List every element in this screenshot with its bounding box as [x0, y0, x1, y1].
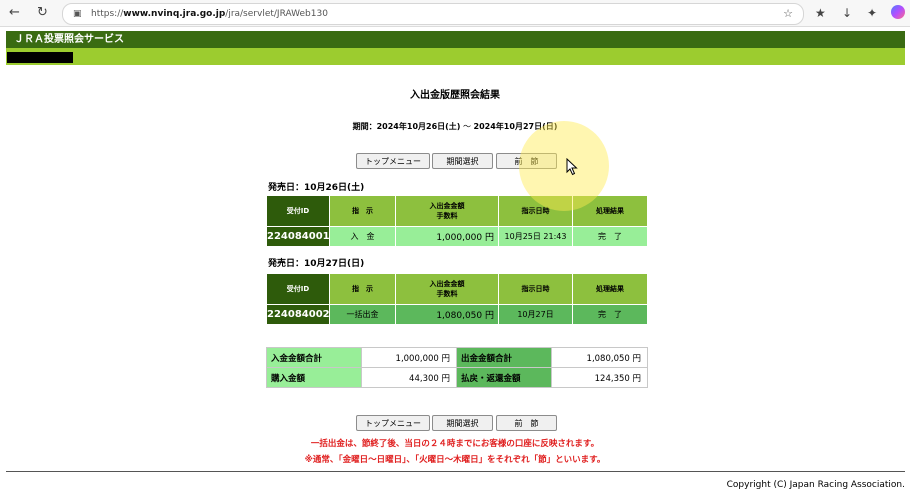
- deposit-total-value: 1,000,000 円: [361, 347, 457, 368]
- address-bar[interactable]: ▣ https://www.nvinq.jra.go.jp/jra/servle…: [62, 3, 804, 25]
- profile-avatar[interactable]: [891, 5, 905, 19]
- period-select-button-bottom[interactable]: 期間選択: [432, 415, 493, 431]
- header-amount: 入出金金額 手数料: [395, 273, 499, 305]
- favorites-icon[interactable]: ★: [815, 5, 826, 21]
- lock-icon[interactable]: ▣: [73, 4, 82, 24]
- jra-subbar: [6, 48, 905, 65]
- purchase-label: 購入金額: [266, 367, 362, 388]
- period-range: 期間：2024年10月26日(土) ～ 2024年10月27日(日): [352, 122, 558, 131]
- refund-label: 払戻・返還金額: [456, 367, 552, 388]
- withdrawal-total-label: 出金金額合計: [456, 347, 552, 368]
- summary-row: 購入金額 44,300 円 払戻・返還金額 124,350 円: [266, 367, 648, 388]
- redacted-user: [7, 52, 73, 63]
- receipt-id: 224084001: [266, 226, 330, 247]
- summary-table: 入金金額合計 1,000,000 円 出金金額合計 1,080,050 円 購入…: [266, 347, 648, 388]
- star-icon[interactable]: ☆: [783, 4, 793, 24]
- withdrawal-total-value: 1,080,050 円: [551, 347, 648, 368]
- download-icon[interactable]: ↓: [842, 5, 852, 21]
- refund-value: 124,350 円: [551, 367, 648, 388]
- header-instruction: 指 示: [329, 273, 396, 305]
- deposit-total-label: 入金金額合計: [266, 347, 362, 368]
- result-cell: 完 了: [572, 304, 648, 325]
- amount-cell: 1,000,000 円: [395, 226, 499, 247]
- browser-toolbar: ← ↻ ▣ https://www.nvinq.jra.go.jp/jra/se…: [0, 0, 910, 27]
- header-amount: 入出金金額 手数料: [395, 195, 499, 227]
- url-text: https://www.nvinq.jra.go.jp/jra/servlet/…: [91, 9, 328, 19]
- header-datetime: 指示日時: [498, 273, 573, 305]
- table-header: 受付ID 指 示 入出金金額 手数料 指示日時 処理結果: [266, 273, 648, 305]
- header-instruction: 指 示: [329, 195, 396, 227]
- back-icon[interactable]: ←: [9, 5, 20, 21]
- transaction-table-2: 受付ID 指 示 入出金金額 手数料 指示日時 処理結果 224084002 一括…: [266, 273, 648, 325]
- instruction-cell: 入 金: [329, 226, 396, 247]
- purchase-value: 44,300 円: [361, 367, 457, 388]
- datetime-cell: 10月27日: [498, 304, 573, 325]
- header-id: 受付ID: [266, 273, 330, 305]
- table-row: 224084001 入 金 1,000,000 円 10月25日 21:43 完…: [266, 226, 648, 247]
- transaction-table-1: 受付ID 指 示 入出金金額 手数料 指示日時 処理結果 224084001 入 …: [266, 195, 648, 247]
- sale-date-1: 発売日：10月26日(土): [268, 183, 365, 193]
- extensions-icon[interactable]: ✦: [867, 5, 877, 21]
- page-title: 入出金版歴照会結果: [410, 90, 500, 101]
- jra-header: ＪＲＡ投票照会サービス: [6, 31, 905, 48]
- summary-row: 入金金額合計 1,000,000 円 出金金額合計 1,080,050 円: [266, 347, 648, 368]
- top-menu-button[interactable]: トップメニュー: [356, 153, 430, 169]
- sale-date-2: 発売日：10月27日(日): [268, 259, 365, 269]
- receipt-id: 224084002: [266, 304, 330, 325]
- period-select-button[interactable]: 期間選択: [432, 153, 493, 169]
- service-title: ＪＲＡ投票照会サービス: [14, 34, 124, 45]
- footer-divider: [6, 471, 905, 472]
- previous-button-bottom[interactable]: 前 節: [496, 415, 557, 431]
- copyright: Copyright (C) Japan Racing Association.: [726, 480, 905, 490]
- header-result: 処理結果: [572, 273, 648, 305]
- cursor-highlight: [519, 121, 609, 211]
- datetime-cell: 10月25日 21:43: [498, 226, 573, 247]
- note-line-2: ※通常、「金曜日～日曜日」、「火曜日～木曜日」をそれぞれ「節」といいます。: [304, 455, 606, 465]
- table-row: 224084002 一括出金 1,080,050 円 10月27日 完 了: [266, 304, 648, 325]
- top-menu-button-bottom[interactable]: トップメニュー: [356, 415, 430, 431]
- mouse-cursor-icon: [566, 158, 578, 176]
- note-line-1: 一括出金は、節終了後、当日の２４時までにお客様の口座に反映されます。: [310, 439, 600, 449]
- refresh-icon[interactable]: ↻: [37, 5, 48, 21]
- instruction-cell: 一括出金: [329, 304, 396, 325]
- header-id: 受付ID: [266, 195, 330, 227]
- result-cell: 完 了: [572, 226, 648, 247]
- amount-cell: 1,080,050 円: [395, 304, 499, 325]
